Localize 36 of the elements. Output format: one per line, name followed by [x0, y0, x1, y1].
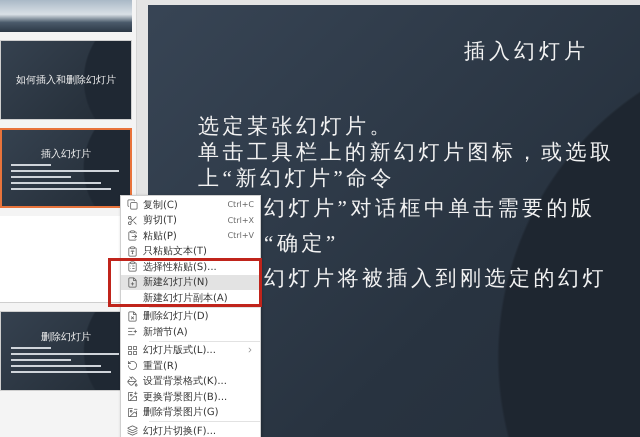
thumbnail-title: 插入幻灯片 [41, 148, 91, 160]
slide-text: 上“新幻灯片”命令 [198, 165, 396, 191]
thumbnail-title: 如何插入和删除幻灯片 [16, 74, 116, 87]
add-section-icon [127, 326, 138, 338]
menu-item[interactable]: 粘贴(P) Ctrl+V [121, 228, 260, 244]
slide-text: 幻灯片”对话框中单击需要的版 [264, 195, 596, 222]
image-add-icon [127, 391, 138, 402]
menu-item[interactable]: 新建幻灯片副本(A) [121, 290, 260, 306]
thumbnail-title: 删除幻灯片 [41, 330, 91, 344]
clipboard-text-icon [127, 246, 138, 257]
menu-item[interactable]: 选择性粘贴(S)... [121, 259, 260, 274]
copy-icon [127, 199, 138, 210]
slide-text: 单击工具栏上的新幻灯片图标，或选取 [198, 139, 614, 165]
new-slide-icon [127, 276, 138, 288]
menu-item[interactable]: 幻灯片切换(F)... [121, 423, 260, 437]
slide-text: 幻灯片将被插入到刚选定的幻灯 [264, 265, 607, 292]
slide-text: 选定某张幻灯片。 [198, 113, 394, 139]
menu-item[interactable]: 只粘贴文本(T) [121, 244, 260, 259]
layout-icon [127, 344, 138, 356]
image-remove-icon [127, 406, 138, 418]
menu-item[interactable]: 删除背景图片(G) [121, 404, 260, 420]
menu-item[interactable]: 更换背景图片(B)... [121, 389, 260, 404]
paint-bucket-icon [127, 376, 138, 387]
reset-icon [127, 360, 138, 372]
layers-icon [127, 425, 138, 436]
menu-item[interactable]: 剪切(T) Ctrl+X [121, 212, 260, 228]
slide-thumbnail[interactable]: 如何插入和删除幻灯片 [0, 40, 132, 120]
slide-text: “确定” [264, 230, 339, 257]
clipboard-list-icon [127, 261, 138, 272]
scissors-icon [127, 214, 138, 226]
slide-thumbnail[interactable]: 插入幻灯片 [0, 128, 132, 208]
slide-title: 插入幻灯片 [464, 38, 589, 65]
delete-slide-icon [127, 310, 138, 322]
menu-item[interactable]: 新建幻灯片(N) [121, 274, 260, 290]
photo-placeholder[interactable] [0, 0, 132, 32]
clipboard-icon [127, 230, 138, 242]
